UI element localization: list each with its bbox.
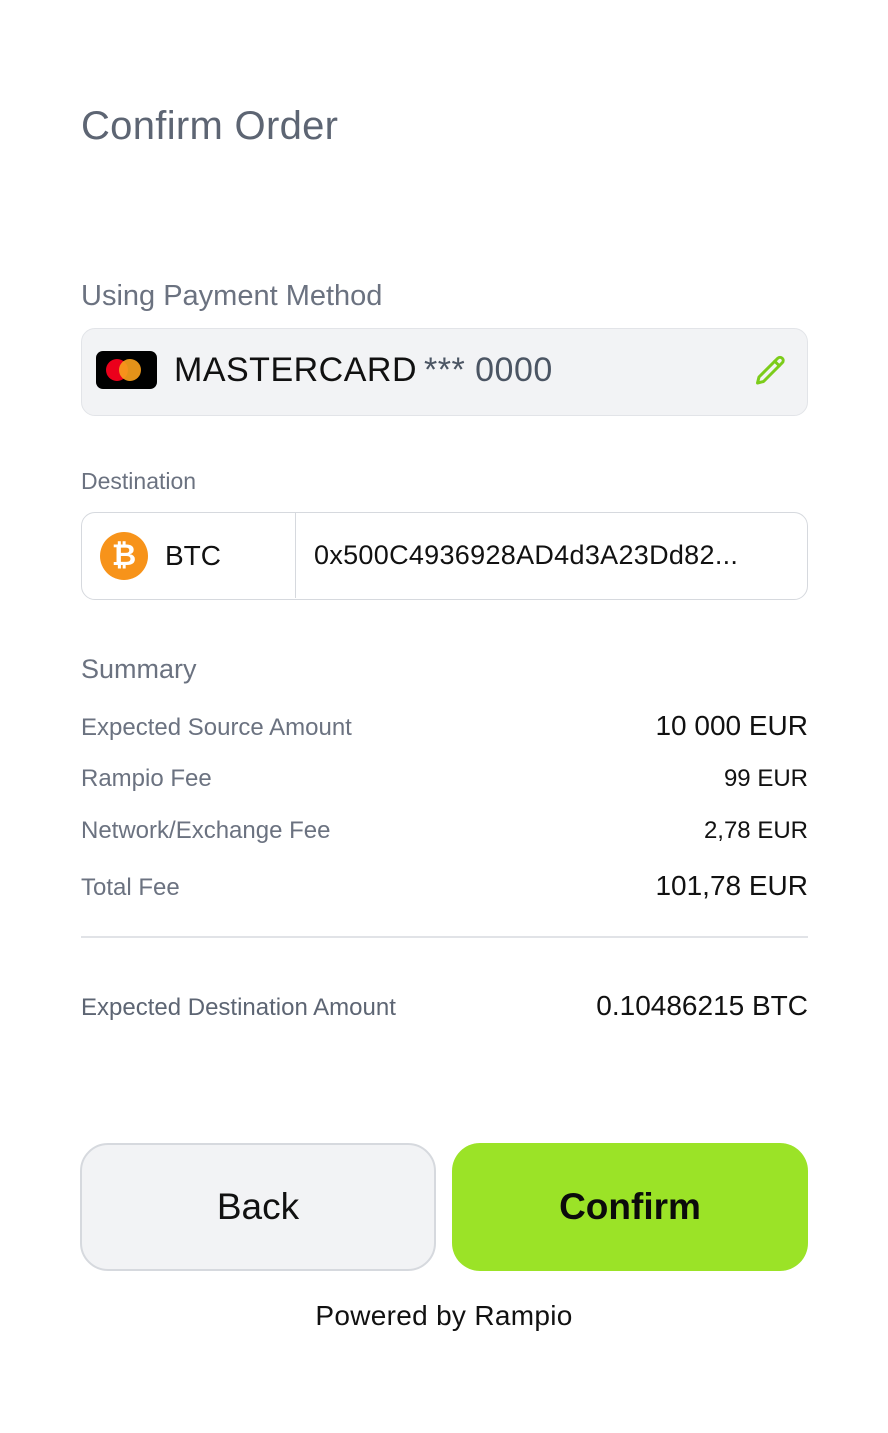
summary-label: Summary xyxy=(81,654,197,684)
powered-by-text: Powered by Rampio xyxy=(315,1300,573,1331)
summary-key: Rampio Fee xyxy=(81,765,212,792)
card-brand: MASTERCARD xyxy=(174,351,418,389)
payment-method-label: Using Payment Method xyxy=(81,280,383,312)
summary-row-destination-amount: Expected Destination Amount 0.10486215 B… xyxy=(81,990,808,1022)
summary-value: 99 EUR xyxy=(723,765,808,792)
summary-key: Total Fee xyxy=(81,874,180,901)
summary-value: 10 000 EUR xyxy=(655,710,808,741)
bitcoin-icon: ₿ xyxy=(100,532,148,580)
divider xyxy=(81,936,808,938)
card-number-mask: *** 0000 xyxy=(424,351,553,389)
back-button[interactable]: Back xyxy=(80,1143,436,1271)
payment-method-selector[interactable]: MASTERCARD *** 0000 xyxy=(81,328,808,416)
summary-row-total-fee: Total Fee 101,78 EUR xyxy=(81,870,808,902)
destination-asset-name: BTC xyxy=(165,540,221,571)
destination-field: ₿ BTC 0x500C4936928AD4d3A23Dd82... xyxy=(81,512,808,600)
destination-asset-selector[interactable]: ₿ BTC xyxy=(82,513,296,598)
destination-amount-value: 0.10486215 BTC xyxy=(596,990,808,1021)
summary-value: 101,78 EUR xyxy=(655,870,808,901)
destination-amount-label: Expected Destination Amount xyxy=(81,994,396,1021)
mastercard-logo-icon xyxy=(96,351,157,389)
destination-address[interactable]: 0x500C4936928AD4d3A23Dd82... xyxy=(314,540,794,571)
destination-label: Destination xyxy=(81,468,197,494)
summary-row-rampio-fee: Rampio Fee 99 EUR xyxy=(81,765,808,793)
summary-row-source-amount: Expected Source Amount 10 000 EUR xyxy=(81,710,808,742)
page-title: Confirm Order xyxy=(81,104,339,148)
pencil-icon[interactable] xyxy=(753,353,789,389)
confirm-button[interactable]: Confirm xyxy=(452,1143,808,1271)
summary-value: 2,78 EUR xyxy=(703,817,808,844)
summary-key: Network/Exchange Fee xyxy=(81,817,331,844)
confirm-order-page: Confirm Order Using Payment Method MASTE… xyxy=(0,0,888,1433)
summary-key: Expected Source Amount xyxy=(81,714,352,741)
summary-row-network-fee: Network/Exchange Fee 2,78 EUR xyxy=(81,817,808,845)
